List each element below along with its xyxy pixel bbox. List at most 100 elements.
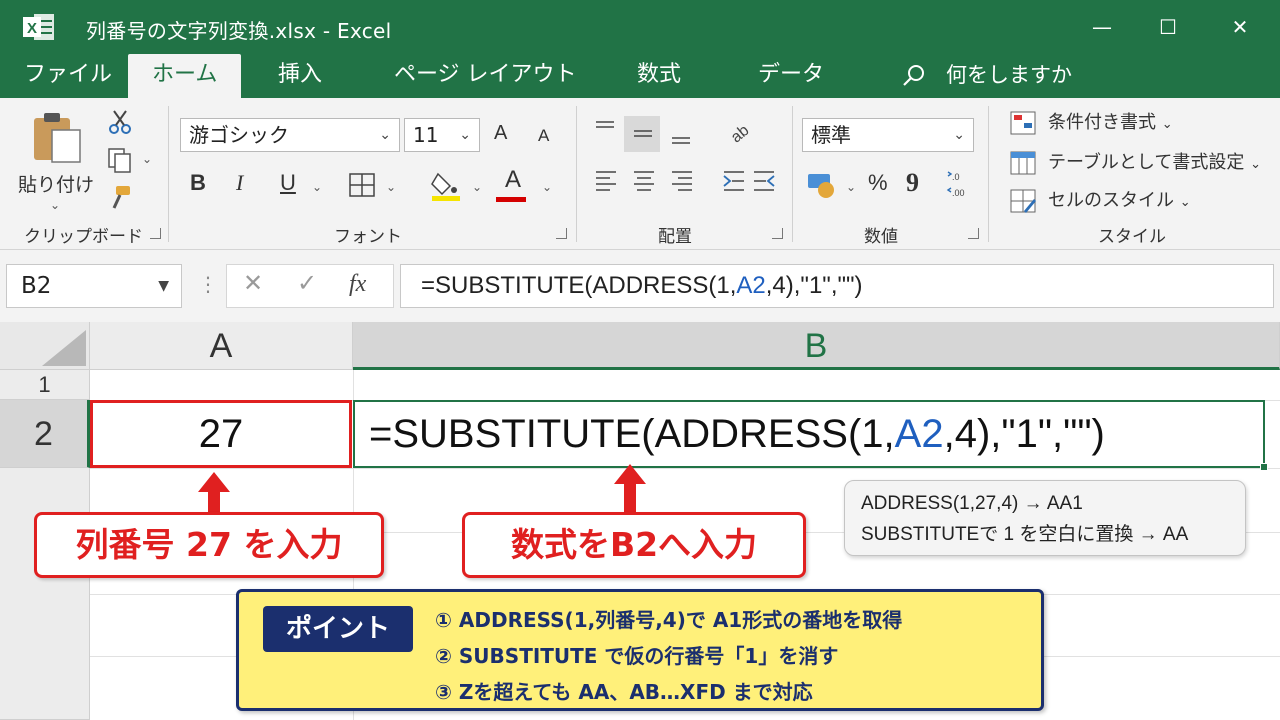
enter-button[interactable]: ✓	[297, 269, 317, 297]
number-format-dropdown[interactable]: 標準 ⌄	[802, 118, 974, 152]
alignment-launcher-icon[interactable]	[772, 228, 783, 239]
number-group-label: 数値	[864, 227, 898, 247]
format-as-table-label: テーブルとして書式設定	[1048, 152, 1245, 173]
cancel-button[interactable]: ✕	[243, 269, 263, 297]
svg-text:ab: ab	[728, 122, 753, 147]
insert-function-button[interactable]: fx	[349, 271, 366, 298]
callout-input-column: 列番号 27 を入力	[34, 512, 384, 578]
callout-enter-formula: 数式をB2へ入力	[462, 512, 806, 578]
fill-color-chevron-icon[interactable]: ⌄	[472, 180, 482, 194]
tab-formulas[interactable]: 数式	[637, 54, 681, 98]
cell-b2-text-ref: A2	[894, 412, 944, 456]
underline-chevron-icon[interactable]: ⌄	[312, 180, 322, 194]
row-header-2[interactable]: 2	[0, 400, 90, 468]
underline-button[interactable]: U	[280, 170, 296, 196]
formula-text-start: =SUBSTITUTE(ADDRESS(1,	[421, 272, 737, 299]
point-line-2: ② SUBSTITUTE で仮の行番号「1」を消す	[435, 644, 839, 668]
font-launcher-icon[interactable]	[556, 228, 567, 239]
cell-a2[interactable]: 27	[90, 400, 352, 468]
shrink-font-button[interactable]: A	[538, 126, 549, 146]
paste-icon[interactable]	[30, 110, 84, 164]
font-name-dropdown[interactable]: 游ゴシック ⌄	[180, 118, 400, 152]
alignment-icons[interactable]: ab	[590, 114, 800, 214]
conditional-formatting-label: 条件付き書式	[1048, 112, 1156, 133]
tab-page-layout[interactable]: ページ レイアウト	[394, 54, 577, 98]
arrow-up-icon	[614, 464, 646, 512]
cell-b2-text-start: =SUBSTITUTE(ADDRESS(1,	[369, 412, 895, 456]
tell-me-input[interactable]: 何をしますか	[946, 54, 1072, 96]
font-group-label: フォント	[334, 227, 402, 247]
cell-styles-label: セルのスタイル	[1048, 190, 1174, 211]
arrow-up-icon	[198, 472, 230, 514]
formula-input[interactable]: =SUBSTITUTE(ADDRESS(1,A2,4),"1","")	[400, 264, 1274, 308]
borders-icon[interactable]	[348, 172, 376, 198]
window-title: 列番号の文字列変換.xlsx - Excel	[86, 19, 392, 43]
grid-line	[90, 468, 1280, 469]
info-line-substitute: SUBSTITUTEで 1 を空白に置換 → AA	[861, 524, 1189, 545]
formula-text-end: ,4),"1","")	[765, 272, 863, 299]
paste-button[interactable]: 貼り付け	[18, 170, 94, 197]
conditional-formatting-button[interactable]: 条件付き書式 ⌄	[1010, 108, 1173, 138]
font-name-value: 游ゴシック	[189, 123, 289, 147]
excel-logo-letter: X	[27, 20, 37, 37]
copy-icon[interactable]	[106, 146, 134, 174]
currency-icon[interactable]	[806, 170, 838, 200]
format-as-table-button[interactable]: テーブルとして書式設定 ⌄	[1010, 148, 1261, 178]
clipboard-launcher-icon[interactable]	[150, 228, 161, 239]
format-as-table-icon	[1010, 151, 1036, 175]
svg-text:.0: .0	[952, 172, 960, 182]
formula-bar-grip-icon: ⋮	[198, 272, 218, 296]
close-button[interactable]: ✕	[1220, 10, 1260, 44]
bold-button[interactable]: B	[190, 170, 206, 196]
cut-icon[interactable]	[106, 108, 134, 136]
format-painter-icon[interactable]	[106, 184, 134, 212]
decimal-icons[interactable]: .0 .00	[946, 168, 974, 200]
point-box: ポイント ① ADDRESS(1,列番号,4)で A1形式の番地を取得 ② SU…	[236, 589, 1044, 711]
column-header-a[interactable]: A	[90, 322, 353, 370]
grow-font-button[interactable]: A	[494, 122, 507, 145]
fill-color-icon[interactable]	[430, 168, 462, 202]
chevron-down-icon: ⌄	[379, 127, 391, 143]
chevron-down-icon: ⌄	[1179, 195, 1191, 210]
comma-button[interactable]: 9	[906, 168, 919, 198]
row-header-1[interactable]: 1	[0, 370, 90, 400]
currency-chevron-icon[interactable]: ⌄	[846, 180, 856, 194]
italic-button[interactable]: I	[236, 170, 243, 196]
paste-chevron-icon[interactable]: ⌄	[50, 198, 60, 212]
column-header-b[interactable]: B	[353, 322, 1280, 370]
conditional-formatting-icon	[1010, 111, 1036, 135]
ribbon-tabs: ファイル ホーム 挿入 ページ レイアウト 数式 データ 何をしますか	[0, 54, 1280, 100]
ribbon-separator	[792, 106, 793, 242]
borders-chevron-icon[interactable]: ⌄	[386, 180, 396, 194]
font-size-dropdown[interactable]: 11 ⌄	[404, 118, 480, 152]
ribbon-separator	[988, 106, 989, 242]
ribbon-separator	[168, 106, 169, 242]
cell-styles-icon	[1010, 189, 1036, 213]
minimize-button[interactable]: —	[1082, 10, 1122, 44]
chevron-down-icon: ⌄	[953, 127, 965, 143]
name-box[interactable]: B2 ▼	[6, 264, 182, 308]
maximize-button[interactable]: ☐	[1148, 10, 1188, 44]
title-bar: X 列番号の文字列変換.xlsx - Excel — ☐ ✕	[0, 0, 1280, 54]
font-color-chevron-icon[interactable]: ⌄	[542, 180, 552, 194]
number-launcher-icon[interactable]	[968, 228, 979, 239]
styles-group-label: スタイル	[1098, 227, 1166, 247]
tab-home[interactable]: ホーム	[128, 54, 242, 100]
tab-data[interactable]: データ	[758, 54, 824, 98]
select-all-corner[interactable]	[0, 322, 90, 370]
row-headers-empty	[0, 468, 90, 720]
clipboard-group-label: クリップボード	[24, 227, 143, 247]
cell-b2[interactable]: =SUBSTITUTE(ADDRESS(1,A2,4),"1","")	[353, 400, 1265, 468]
percent-button[interactable]: %	[868, 170, 888, 196]
chevron-down-icon: ⌄	[459, 127, 471, 143]
svg-text:.00: .00	[952, 188, 965, 198]
copy-chevron-icon[interactable]: ⌄	[142, 152, 152, 166]
cell-b2-text-end: ,4),"1","")	[943, 412, 1105, 456]
font-color-button[interactable]: A	[502, 166, 524, 194]
tab-file[interactable]: ファイル	[24, 54, 112, 98]
fill-handle[interactable]	[1260, 463, 1268, 471]
tab-insert[interactable]: 挿入	[278, 54, 322, 98]
search-icon[interactable]	[901, 63, 927, 89]
cell-styles-button[interactable]: セルのスタイル ⌄	[1010, 186, 1191, 216]
point-line-1: ① ADDRESS(1,列番号,4)で A1形式の番地を取得	[435, 608, 903, 632]
